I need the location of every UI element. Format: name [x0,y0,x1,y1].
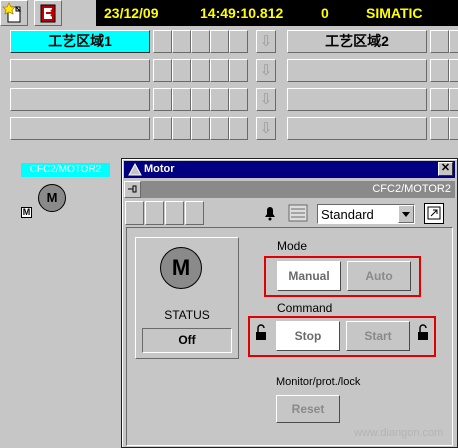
motor-icon[interactable]: M [38,184,66,212]
auto-button[interactable]: Auto [347,261,411,291]
unlock-icon[interactable] [255,324,267,341]
area2-button[interactable]: 工艺区域2 [287,30,427,53]
area-row-empty [10,88,248,111]
area-down-arrow-icon[interactable]: ⇩ [256,59,276,82]
message-count: 0 [321,5,329,21]
faceplate-path: CFC2/MOTOR2 [372,183,451,195]
manual-button[interactable]: Manual [277,261,341,291]
area-row-empty [10,59,248,82]
mode-label: Mode [277,239,308,253]
area1-row: 工艺区域1 [10,30,248,53]
batch-icon[interactable] [287,203,309,223]
status-panel: M STATUS Off [135,237,239,359]
bell-icon[interactable] [262,205,278,221]
close-icon[interactable]: ✕ [438,162,453,176]
area2-row: 工艺区域2 [287,30,458,53]
command-label: Command [277,301,333,315]
start-button[interactable]: Start [346,321,410,351]
system-name: SIMATIC [366,5,423,21]
monitor-label: Monitor/prot./lock [276,376,361,388]
block-tag-label[interactable]: CFC2/MOTOR2 [21,163,110,177]
area1-button[interactable]: 工艺区域1 [10,30,150,53]
mode-indicator: M [21,207,32,218]
pin-icon[interactable] [124,181,141,198]
motor-status-icon: M [160,247,202,289]
time-readout: 14:49:10.812 [200,5,284,21]
view-select[interactable]: Standard [317,204,415,224]
exit-icon[interactable] [34,0,62,26]
resize-icon[interactable] [424,203,444,224]
area-down-arrow-icon[interactable]: ⇩ [256,30,276,53]
faceplate-path-bar: CFC2/MOTOR2 [124,181,455,198]
area-row-empty [10,117,248,140]
status-value: Off [142,328,232,353]
motor-faceplate-window: Motor ✕ CFC2/MOTOR2 Standard M STATUS Of… [121,158,458,448]
date-readout: 23/12/09 [104,5,159,21]
chevron-down-icon[interactable] [398,205,414,223]
unlock-icon[interactable] [417,324,429,341]
reset-button[interactable]: Reset [276,395,340,423]
status-label: STATUS [164,308,210,322]
new-document-icon[interactable] [0,0,28,26]
area-down-arrow-icon[interactable]: ⇩ [256,117,276,140]
faceplate-title: Motor [144,163,175,175]
status-bar: 23/12/09 14:49:10.812 0 SIMATIC [96,0,458,26]
stop-button[interactable]: Stop [276,321,340,351]
faceplate-title-bar[interactable]: Motor ✕ [124,161,455,178]
watermark: www.diangon.com [354,427,444,439]
area-down-arrow-icon[interactable]: ⇩ [256,88,276,111]
faceplate-app-icon [128,163,142,176]
faceplate-button-row [125,201,205,225]
